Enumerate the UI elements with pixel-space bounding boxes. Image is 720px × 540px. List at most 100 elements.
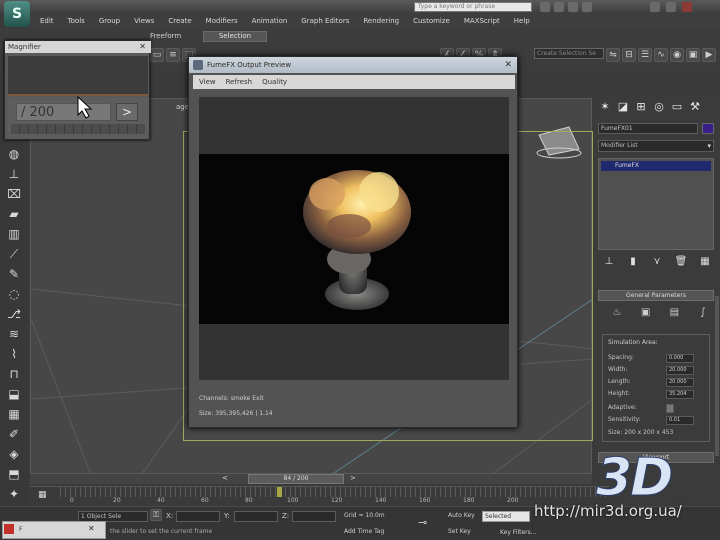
menu-group[interactable]: Group [99, 17, 120, 25]
hierarchy-tab-icon[interactable]: ⊞ [634, 100, 648, 114]
height-spinner[interactable]: 35.204 [666, 390, 694, 399]
loop-icon[interactable]: ◌ [6, 286, 22, 302]
object-name-field[interactable]: FumeFX01 [598, 123, 698, 134]
align-icon[interactable]: ⊟ [622, 48, 636, 62]
general-parameters-header[interactable]: General Parameters [598, 290, 714, 301]
set-key-button[interactable]: Set Key [448, 528, 471, 535]
named-selection-dropdown[interactable]: Create Selection Se [534, 48, 604, 59]
remove-modifier-icon[interactable]: 🗑 [674, 256, 688, 268]
display-tab-icon[interactable]: ▭ [670, 100, 684, 114]
spacing-spinner[interactable]: 0.000 [666, 354, 694, 363]
select-object-icon[interactable]: ▭ [150, 48, 164, 62]
favorites-icon[interactable] [568, 2, 578, 12]
grid-icon[interactable]: ▦ [6, 406, 22, 422]
extrude-icon[interactable]: ⬓ [6, 386, 22, 402]
next-frame-button[interactable]: > [116, 103, 138, 121]
app-menu-button[interactable]: S [4, 1, 30, 27]
stack-item-fumefx[interactable]: FumeFX [601, 161, 711, 171]
communication-center-icon[interactable] [554, 2, 564, 12]
utilities-tab-icon[interactable]: ⚒ [688, 100, 702, 114]
cylinder-icon[interactable]: ▥ [6, 226, 22, 242]
sensitivity-spinner[interactable]: 0.01 [666, 416, 694, 425]
menu-modifiers[interactable]: Modifiers [206, 17, 238, 25]
show-end-result-icon[interactable]: ▮ [626, 256, 640, 268]
select-by-name-icon[interactable]: ≡ [166, 48, 180, 62]
menu-create[interactable]: Create [168, 17, 191, 25]
shape-icon[interactable]: ◈ [6, 446, 22, 462]
bevel-icon[interactable]: ⬒ [6, 466, 22, 482]
paint-icon[interactable]: ✐ [6, 426, 22, 442]
lock-selection-icon[interactable]: ⚿ [150, 509, 162, 521]
object-color-swatch[interactable] [702, 123, 714, 134]
adaptive-checkbox[interactable] [666, 404, 674, 413]
y-coordinate-field[interactable] [234, 511, 278, 522]
material-editor-icon[interactable]: ◉ [670, 48, 684, 62]
menu-rendering[interactable]: Rendering [363, 17, 399, 25]
length-spinner[interactable]: 20.000 [666, 378, 694, 387]
connect-icon[interactable]: ⎇ [6, 306, 22, 322]
render-setup-icon[interactable]: ▣ [686, 48, 700, 62]
flow-icon[interactable]: ≋ [6, 326, 22, 342]
tab-selection[interactable]: Selection [203, 31, 267, 42]
open-ui-icon[interactable]: ▣ [639, 306, 653, 320]
width-spinner[interactable]: 20.000 [666, 366, 694, 375]
slider-next-icon[interactable]: > [350, 474, 356, 482]
menu-graph-editors[interactable]: Graph Editors [301, 17, 349, 25]
z-coordinate-field[interactable] [292, 511, 336, 522]
fumefx-logo-icon[interactable]: ♨ [610, 306, 624, 320]
panel-scrollbar[interactable] [715, 296, 719, 456]
search-input[interactable]: Type a keyword or phrase [414, 2, 532, 12]
key-set-dropdown[interactable]: Selected [482, 511, 530, 522]
menu-refresh[interactable]: Refresh [226, 78, 252, 86]
transform-icon[interactable]: ✦ [6, 486, 22, 502]
relax-icon[interactable]: ⌇ [6, 346, 22, 362]
mirror-icon[interactable]: ⇋ [606, 48, 620, 62]
curve-editor-icon[interactable]: ∿ [654, 48, 668, 62]
minimize-icon[interactable] [650, 2, 660, 12]
close-icon[interactable]: ✕ [88, 524, 95, 533]
anchor-icon[interactable]: ⊥ [6, 166, 22, 182]
close-icon[interactable] [682, 2, 692, 12]
create-tab-icon[interactable]: ✶ [598, 100, 612, 114]
menu-tools[interactable]: Tools [68, 17, 85, 25]
bridge-icon[interactable]: ⊓ [6, 366, 22, 382]
box-icon[interactable]: ▰ [6, 206, 22, 222]
motion-tab-icon[interactable]: ◎ [652, 100, 666, 114]
maximize-icon[interactable] [666, 2, 676, 12]
add-time-tag[interactable]: Add Time Tag [344, 528, 384, 535]
slider-prev-icon[interactable]: < [222, 474, 228, 482]
preview-icon[interactable]: ▤ [667, 306, 681, 320]
layer-manager-icon[interactable]: ☰ [638, 48, 652, 62]
modifier-list-dropdown[interactable]: Modifier List ▾ [598, 140, 714, 152]
menu-maxscript[interactable]: MAXScript [464, 17, 500, 25]
render-icon[interactable]: ▶ [702, 48, 716, 62]
modify-tab-icon[interactable]: ◪ [616, 100, 630, 114]
tab-freeform[interactable]: Freeform [150, 31, 200, 42]
menu-customize[interactable]: Customize [413, 17, 450, 25]
wave-icon[interactable]: ∫ [696, 306, 710, 320]
key-filters-button[interactable]: Key Filters... [500, 527, 550, 538]
pin-stack-icon[interactable]: ⊥ [602, 256, 616, 268]
menu-views[interactable]: Views [134, 17, 154, 25]
menu-animation[interactable]: Animation [252, 17, 288, 25]
tape-icon[interactable]: ⌧ [6, 186, 22, 202]
make-unique-icon[interactable]: ⋎ [650, 256, 664, 268]
auto-key-button[interactable]: Auto Key [448, 512, 475, 519]
menu-help[interactable]: Help [514, 17, 530, 25]
menu-view[interactable]: View [199, 78, 216, 86]
knife-icon[interactable]: ⟋ [6, 246, 22, 262]
track-bar[interactable]: ▦ 0 20 40 60 80 100 120 140 160 180 200 [30, 486, 610, 506]
x-coordinate-field[interactable] [176, 511, 220, 522]
configure-sets-icon[interactable]: ▦ [698, 256, 712, 268]
menu-edit[interactable]: Edit [40, 17, 54, 25]
help-search-icon[interactable] [540, 2, 550, 12]
close-icon[interactable]: ✕ [504, 60, 512, 70]
time-slider[interactable]: < 84 / 200 > [30, 474, 592, 484]
key-icon[interactable]: ⊸ [418, 516, 427, 529]
brush-icon[interactable]: ✎ [6, 266, 22, 282]
mini-curve-editor-icon[interactable]: ▦ [38, 490, 47, 500]
info-icon[interactable] [582, 2, 592, 12]
sphere-icon[interactable]: ◍ [6, 146, 22, 162]
time-slider-thumb[interactable]: 84 / 200 [248, 474, 344, 484]
close-icon[interactable]: ✕ [139, 42, 146, 51]
